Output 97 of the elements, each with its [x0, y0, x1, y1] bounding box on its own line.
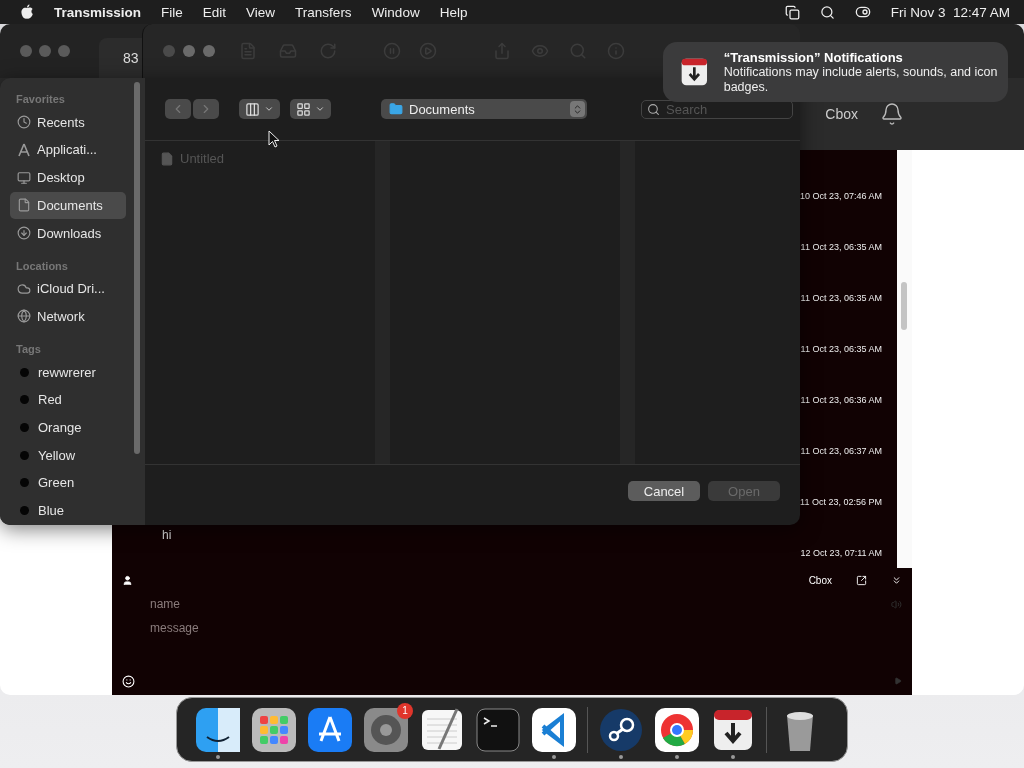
user-icon[interactable] [122, 574, 133, 586]
app-store-icon[interactable] [307, 706, 353, 753]
section-heading: Tags [15, 342, 42, 357]
back-button[interactable] [165, 99, 191, 119]
sidebar-item[interactable]: Recents [10, 108, 126, 136]
sidebar-item[interactable]: Blue [10, 497, 126, 525]
menu-item[interactable]: Transfers [295, 4, 352, 20]
cloud-icon [17, 281, 31, 296]
chat-message: hi [162, 528, 172, 542]
timestamp: 11 Oct 23, 06:37 AM [800, 446, 882, 458]
sidebar-item[interactable]: Green [10, 469, 126, 497]
menu-item[interactable]: View [246, 4, 276, 20]
grid-icon [296, 101, 311, 117]
tag-dot [20, 478, 29, 488]
notepad-icon[interactable] [419, 706, 465, 753]
control-center-icon[interactable] [854, 4, 871, 20]
forward-button[interactable] [193, 99, 219, 119]
clock[interactable]: Fri Nov 3 12:47 AM [890, 4, 1010, 20]
tag-dot [20, 367, 29, 377]
timestamp: 11 Oct 23, 06:36 AM [800, 395, 882, 407]
tag-dot [20, 506, 29, 516]
notification-banner[interactable]: “Transmission” Notifications Notifications may include alerts, sounds, and icon badges. [663, 42, 1008, 102]
sidebar-item[interactable]: Desktop [10, 164, 126, 192]
running-indicator [731, 754, 735, 759]
sidebar-item[interactable]: Network [10, 303, 126, 330]
globe-icon [17, 309, 31, 324]
apple-logo-icon[interactable] [20, 4, 34, 20]
running-indicator [552, 754, 556, 759]
clock-icon [17, 115, 31, 130]
menu-item[interactable]: File [161, 4, 183, 20]
menu-item[interactable]: Help [439, 4, 468, 20]
search-icon [647, 102, 660, 116]
caret-icon [315, 104, 325, 114]
terminal-icon[interactable] [475, 706, 521, 753]
mouse-pointer-icon [268, 130, 280, 148]
caret-icon [264, 104, 274, 114]
chat-brand[interactable]: Cbox [808, 574, 832, 586]
document-icon [17, 198, 31, 213]
sidebar-item[interactable]: Red [10, 386, 126, 414]
document-icon [160, 151, 174, 166]
column-view-button[interactable] [239, 99, 280, 119]
sidebar-item[interactable]: Documents [10, 192, 126, 219]
name-field[interactable]: name [148, 592, 852, 616]
zoom-button[interactable] [203, 45, 215, 57]
scroll-thumb[interactable] [134, 82, 140, 454]
menu-item[interactable]: Edit [202, 4, 227, 20]
launchpad-icon[interactable] [251, 706, 297, 753]
running-indicator [619, 754, 623, 759]
monitor-icon [17, 170, 31, 185]
timestamp: 12 Oct 23, 07:11 AM [800, 548, 882, 560]
bell-icon[interactable] [880, 102, 904, 126]
external-link-icon[interactable] [856, 574, 867, 586]
stepper-icon [570, 101, 585, 117]
section-heading: Favorites [15, 93, 66, 107]
sidebar-item[interactable]: rewwrerer [10, 358, 126, 386]
timestamp: 11 Oct 23, 06:35 AM [800, 344, 882, 356]
sidebar-item[interactable]: Downloads [10, 219, 126, 247]
search-icon[interactable] [819, 4, 835, 20]
app-menu[interactable]: Transmission [54, 4, 142, 20]
minimize-button[interactable] [183, 45, 195, 57]
sidebar-item[interactable]: Yellow [10, 441, 126, 469]
applications-icon [17, 142, 31, 157]
tag-dot [20, 450, 29, 460]
group-button[interactable] [290, 99, 331, 119]
download-icon [17, 226, 31, 241]
browser-icon[interactable] [654, 706, 700, 753]
sidebar-item[interactable]: Orange [10, 414, 126, 441]
running-indicator [675, 754, 679, 759]
code-editor-icon[interactable] [531, 706, 577, 753]
tag-dot [20, 423, 29, 432]
sidebar-item[interactable]: iCloud Dri... [10, 275, 126, 303]
chevrons-down-icon[interactable] [891, 574, 902, 586]
scroll-thumb[interactable] [901, 282, 907, 330]
timestamp: 10 Oct 23, 07:46 AM [799, 191, 882, 203]
sidebar-item[interactable]: Applicati... [10, 136, 126, 164]
timestamp: 11 Oct 23, 06:35 AM [800, 242, 882, 254]
gear-icon[interactable] [363, 706, 409, 753]
notification-badge: 1 [397, 702, 413, 719]
notification-title: “Transmission” Notifications [723, 49, 904, 65]
columns-icon [245, 101, 260, 117]
message-field[interactable]: message [148, 616, 852, 640]
tag-dot [20, 395, 29, 405]
browser-tab[interactable]: 83 [99, 38, 143, 78]
emoji-icon[interactable] [122, 674, 135, 688]
section-heading: Locations [15, 259, 69, 274]
menu-item[interactable]: Window [371, 4, 420, 20]
timestamp: 11 Oct 23, 02:56 PM [800, 497, 882, 509]
timestamp: 11 Oct 23, 06:35 AM [800, 293, 882, 305]
steam-icon[interactable] [598, 706, 644, 753]
site-title: Cbox [825, 106, 858, 122]
screen-mirroring-icon[interactable] [784, 4, 800, 20]
notification-text: Notifications may include alerts, sounds, and icon badges. [723, 64, 998, 95]
path-popup[interactable]: Documents [381, 99, 587, 119]
folder-icon [389, 102, 403, 116]
running-indicator [216, 754, 220, 759]
cancel-button[interactable]: Cancel [628, 481, 700, 501]
finder-icon[interactable] [195, 706, 241, 753]
